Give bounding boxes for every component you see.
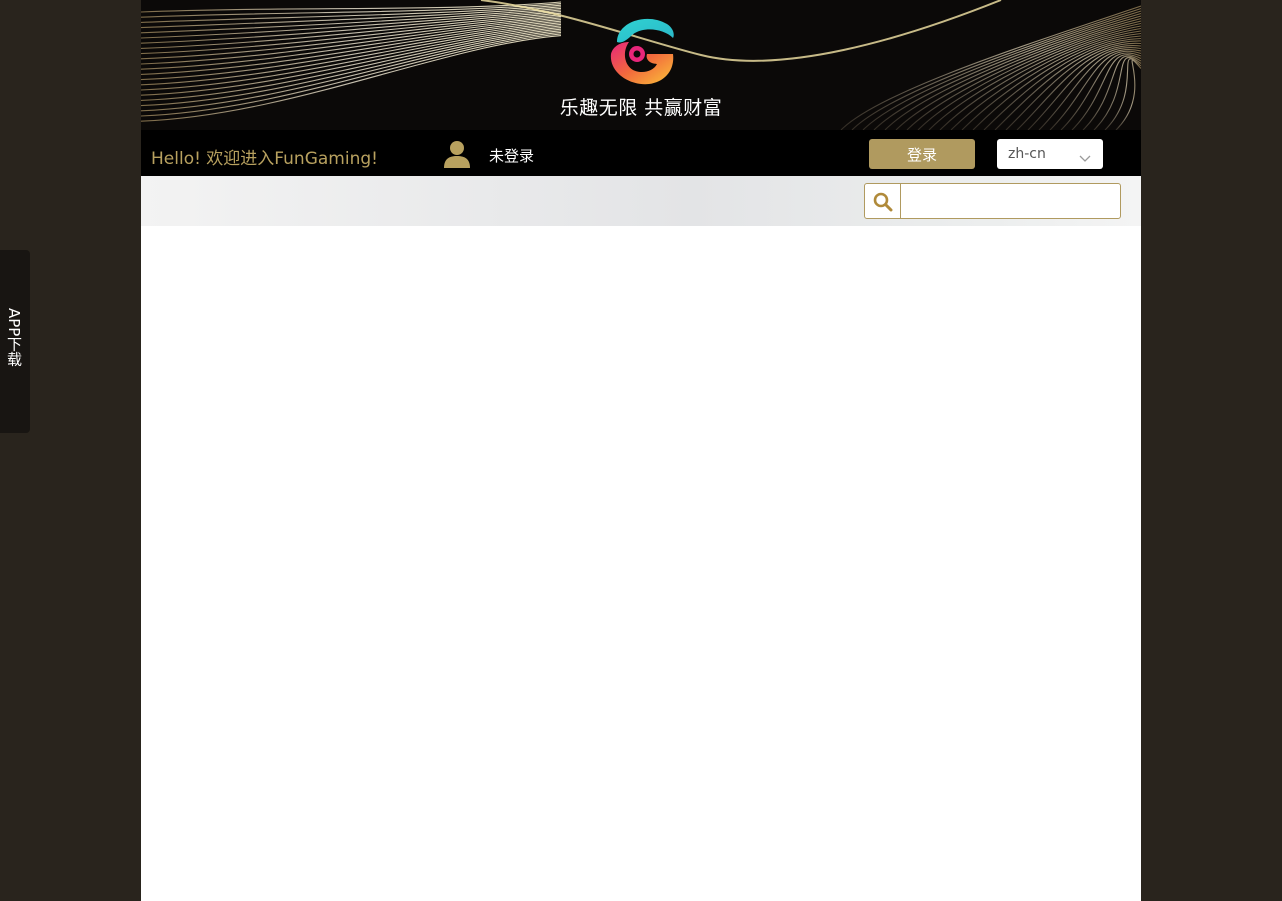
login-button[interactable]: 登录 <box>869 139 975 169</box>
main-content-area <box>141 226 1141 901</box>
banner-slogan: 乐趣无限 共赢财富 <box>559 97 723 119</box>
welcome-greeting: Hello! 欢迎进入FunGaming! <box>151 149 378 169</box>
search-icon[interactable] <box>865 184 901 218</box>
language-selected-value: zh-cn <box>1008 146 1046 162</box>
login-status: 未登录 <box>489 147 535 165</box>
language-select[interactable]: zh-cn <box>997 139 1103 169</box>
search-box <box>864 183 1121 219</box>
header-banner: 乐趣无限 共赢财富 <box>141 0 1141 130</box>
user-icon[interactable] <box>443 139 471 169</box>
search-bar-strip <box>141 176 1141 226</box>
app-download-tab[interactable]: APP下载 <box>0 250 30 433</box>
chevron-down-icon <box>1079 148 1091 162</box>
top-bar: Hello! 欢迎进入FunGaming! 未登录 登录 zh-cn <box>141 130 1141 176</box>
search-input[interactable] <box>902 185 1116 217</box>
swirl-g-logo-icon <box>607 14 677 86</box>
page-container: 乐趣无限 共赢财富 Hello! 欢迎进入FunGaming! 未登录 登录 z… <box>141 0 1141 901</box>
app-download-label: APP下载 <box>5 308 23 367</box>
